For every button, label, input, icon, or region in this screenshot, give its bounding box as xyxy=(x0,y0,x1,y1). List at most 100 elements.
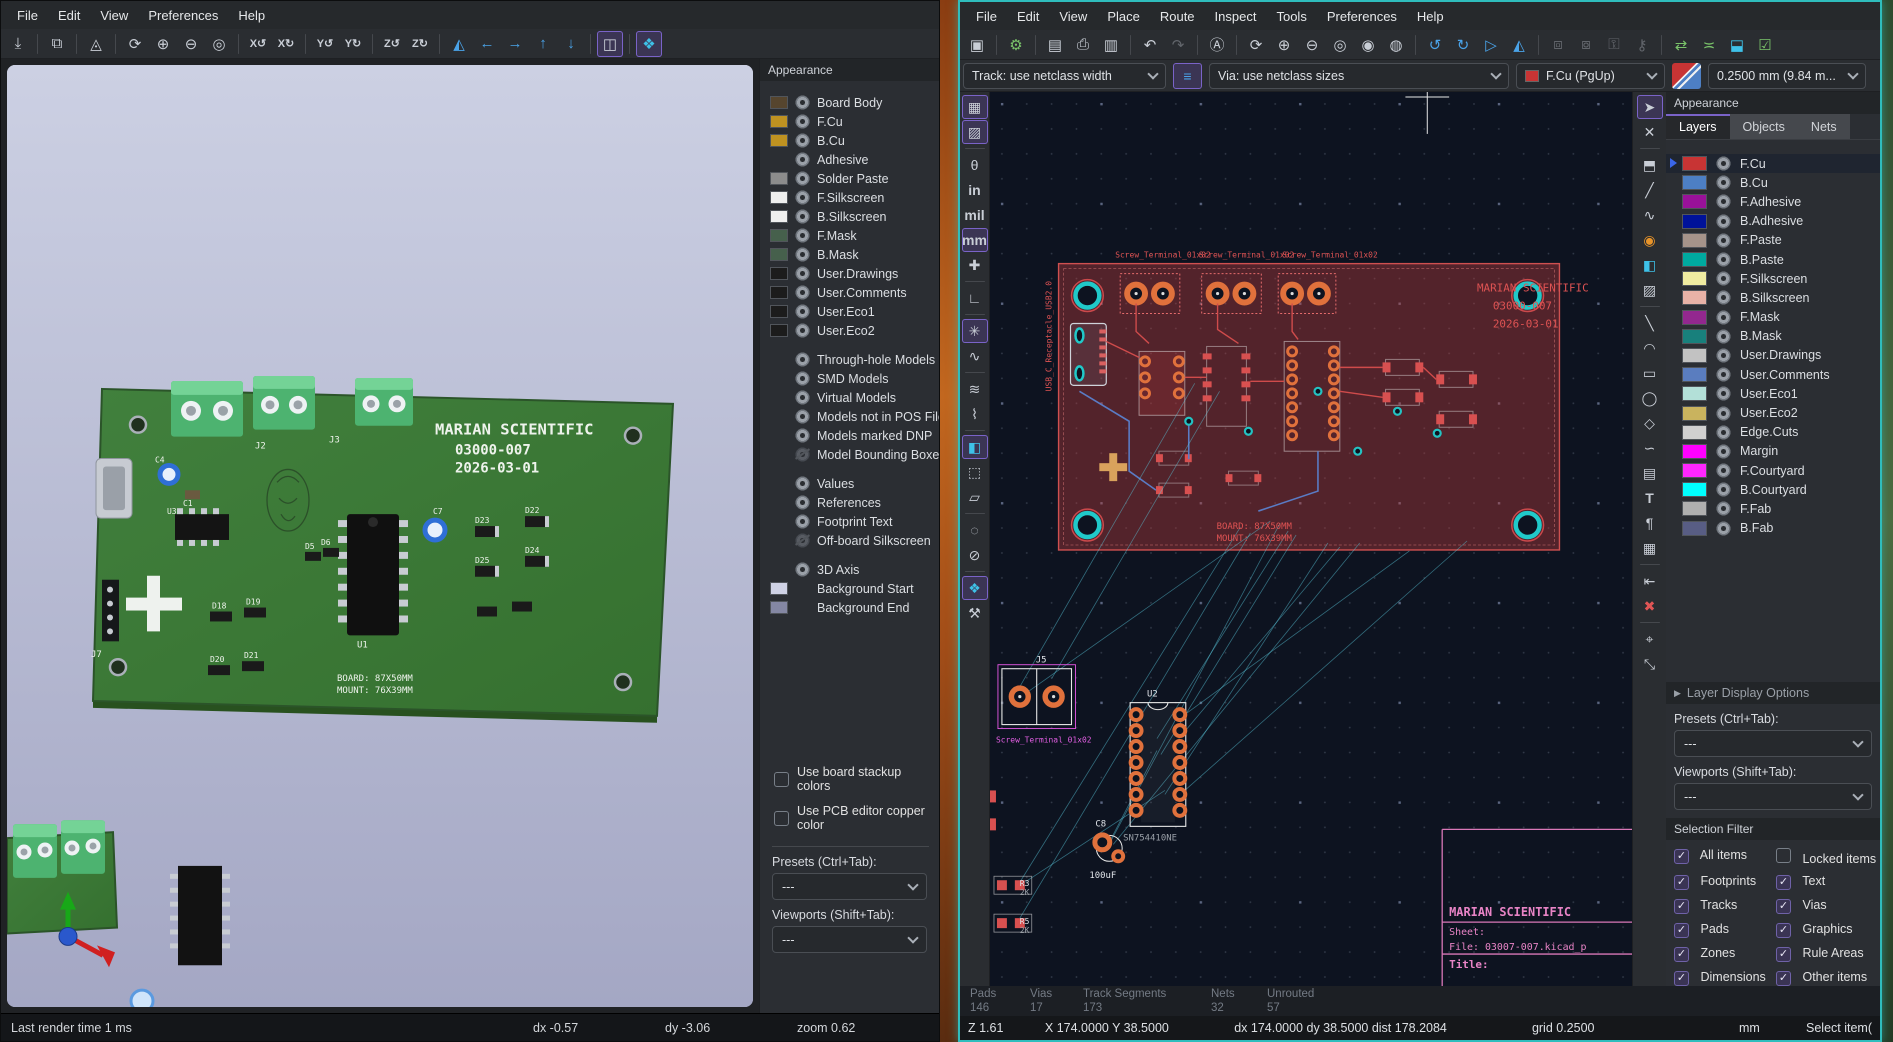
layer-row[interactable]: F.Silkscreen xyxy=(1666,269,1880,288)
update-pcb-from-schematic-icon[interactable]: ⇄ xyxy=(1668,32,1694,58)
appearance-item[interactable]: User.Eco2 xyxy=(770,321,935,340)
layer-color-swatch[interactable] xyxy=(1682,175,1707,190)
menu-item[interactable]: Help xyxy=(228,5,275,26)
save-icon[interactable]: ▣ xyxy=(964,32,990,58)
menu-item[interactable]: Edit xyxy=(1007,6,1049,27)
visibility-eye-icon[interactable] xyxy=(795,447,810,462)
visibility-eye-icon[interactable] xyxy=(1716,329,1731,344)
visibility-eye-icon[interactable] xyxy=(795,514,810,529)
visibility-eye-icon[interactable] xyxy=(795,390,810,405)
option-checkbox[interactable]: Use PCB editor copper color xyxy=(774,804,935,832)
grid-override-icon[interactable]: ▨ xyxy=(962,120,988,144)
appearance-item[interactable]: Model Bounding Boxes xyxy=(770,445,935,464)
pad-outline-mode-icon[interactable]: ▱ xyxy=(962,485,988,509)
draw-bezier-icon[interactable]: ∽ xyxy=(1637,436,1663,460)
reload-board-icon[interactable]: ⟳ xyxy=(122,31,148,57)
via-outline-mode-icon[interactable]: ◌ xyxy=(962,518,988,542)
layer-color-swatch[interactable] xyxy=(1682,156,1707,171)
visibility-eye-icon[interactable] xyxy=(795,133,810,148)
layer-color-swatch[interactable] xyxy=(1682,425,1707,440)
visibility-eye-icon[interactable] xyxy=(1716,406,1731,421)
selection-filter-checkbox[interactable]: ✓ Pads xyxy=(1674,922,1776,938)
visibility-eye-icon[interactable] xyxy=(795,409,810,424)
layer-row[interactable]: User.Comments xyxy=(1666,365,1880,384)
layer-color-swatch[interactable] xyxy=(1682,290,1707,305)
delete-tool-icon[interactable]: ✖ xyxy=(1637,594,1663,618)
tab-objects[interactable]: Objects xyxy=(1730,114,1798,139)
layer-color-swatch[interactable] xyxy=(1682,482,1707,497)
selection-filter-checkbox[interactable]: ✓ All items xyxy=(1674,848,1776,866)
menu-item[interactable]: File xyxy=(7,5,48,26)
color-swatch[interactable] xyxy=(770,305,788,318)
visibility-eye-icon[interactable] xyxy=(795,562,810,577)
layer-display-options[interactable]: ▶ Layer Display Options xyxy=(1666,682,1880,704)
draw-rectangle-icon[interactable]: ▭ xyxy=(1637,361,1663,385)
layer-row[interactable]: F.Adhesive xyxy=(1666,192,1880,211)
presets-dropdown[interactable]: --- xyxy=(772,873,927,900)
visibility-eye-icon[interactable] xyxy=(1716,233,1731,248)
appearance-item[interactable]: Footprint Text xyxy=(770,512,935,531)
board-setup-icon[interactable]: ⚙ xyxy=(1003,32,1029,58)
visibility-eye-icon[interactable] xyxy=(795,495,810,510)
appearance-item[interactable]: Board Body xyxy=(770,93,935,112)
menu-item[interactable]: Route xyxy=(1150,6,1205,27)
visibility-eye-icon[interactable] xyxy=(795,304,810,319)
color-swatch[interactable] xyxy=(770,229,788,242)
menu-item[interactable]: Inspect xyxy=(1205,6,1267,27)
selection-filter-checkbox[interactable]: ✓ Other items xyxy=(1776,970,1878,986)
appearance-item[interactable]: F.Mask xyxy=(770,226,935,245)
track-outline-mode-icon[interactable]: ⊘ xyxy=(962,543,988,567)
rotate-x-ccw-icon[interactable]: X↺ xyxy=(245,31,271,57)
visibility-eye-icon[interactable] xyxy=(1716,252,1731,267)
draw-arc-icon[interactable]: ◠ xyxy=(1637,336,1663,360)
checkbox-box[interactable]: ✓ xyxy=(1776,947,1791,962)
checkbox-box[interactable]: ✓ xyxy=(1674,875,1689,890)
menu-item[interactable]: File xyxy=(966,6,1007,27)
appearance-item[interactable]: Models marked DNP xyxy=(770,426,935,445)
layer-row[interactable]: B.Paste xyxy=(1666,250,1880,269)
option-checkbox[interactable]: Use board stackup colors xyxy=(774,765,935,793)
add-rule-area-icon[interactable]: ▨ xyxy=(1637,278,1663,302)
layer-color-swatch[interactable] xyxy=(1682,310,1707,325)
visibility-eye-icon[interactable] xyxy=(795,171,810,186)
footprint-editor-icon[interactable]: ⬓ xyxy=(1724,32,1750,58)
zone-outline-mode-icon[interactable]: ⬚ xyxy=(962,460,988,484)
find-icon[interactable]: Ⓐ xyxy=(1204,32,1230,58)
print-icon[interactable]: ⎙ xyxy=(1070,32,1096,58)
rotate-y-cw-icon[interactable]: Y↻ xyxy=(340,31,366,57)
auto-track-width-icon[interactable]: ≡ xyxy=(1173,63,1202,89)
layer-row[interactable]: F.Mask xyxy=(1666,308,1880,327)
layer-color-swatch[interactable] xyxy=(1682,233,1707,248)
visibility-eye-icon[interactable] xyxy=(1716,348,1731,363)
menu-item[interactable]: Edit xyxy=(48,5,90,26)
checkbox-box[interactable]: ✓ xyxy=(1776,971,1791,986)
polar-coordinates-icon[interactable]: θ xyxy=(962,153,988,177)
visibility-eye-icon[interactable] xyxy=(1716,425,1731,440)
orthographic-projection-icon[interactable]: ◫ xyxy=(597,31,623,57)
zoom-in-icon[interactable]: ⊕ xyxy=(1271,32,1297,58)
plot-icon[interactable]: ▥ xyxy=(1098,32,1124,58)
visibility-eye-icon[interactable] xyxy=(795,323,810,338)
selection-filter-checkbox[interactable]: ✓ Tracks xyxy=(1674,898,1776,914)
layer-row[interactable]: User.Drawings xyxy=(1666,346,1880,365)
layer-row[interactable]: F.Paste xyxy=(1666,231,1880,250)
pcb-canvas[interactable]: Screw_Terminal_01x02Screw_Terminal_01x02… xyxy=(990,92,1632,986)
layer-color-swatch[interactable] xyxy=(1682,501,1707,516)
menu-item[interactable]: Preferences xyxy=(138,5,228,26)
rotate-ccw-icon[interactable]: ↺ xyxy=(1422,32,1448,58)
visibility-eye-icon[interactable] xyxy=(795,209,810,224)
appearance-item[interactable]: SMD Models xyxy=(770,369,935,388)
units-mm-icon[interactable]: mm xyxy=(962,228,988,252)
export-image-icon[interactable]: ⤓ xyxy=(5,31,31,57)
page-settings-icon[interactable]: ▤ xyxy=(1042,32,1068,58)
highlight-net-tool-icon[interactable]: ✕ xyxy=(1637,120,1663,144)
zoom-out-icon[interactable]: ⊖ xyxy=(178,31,204,57)
checkbox-box[interactable]: ✓ xyxy=(1674,971,1689,986)
layer-row[interactable]: B.Silkscreen xyxy=(1666,288,1880,307)
add-dimension-icon[interactable]: ⇤ xyxy=(1637,569,1663,593)
visibility-eye-icon[interactable] xyxy=(1716,367,1731,382)
draw-circle-icon[interactable]: ◯ xyxy=(1637,386,1663,410)
visibility-eye-icon[interactable] xyxy=(795,95,810,110)
menu-item[interactable]: Preferences xyxy=(1317,6,1407,27)
appearance-item[interactable]: B.Silkscreen xyxy=(770,207,935,226)
